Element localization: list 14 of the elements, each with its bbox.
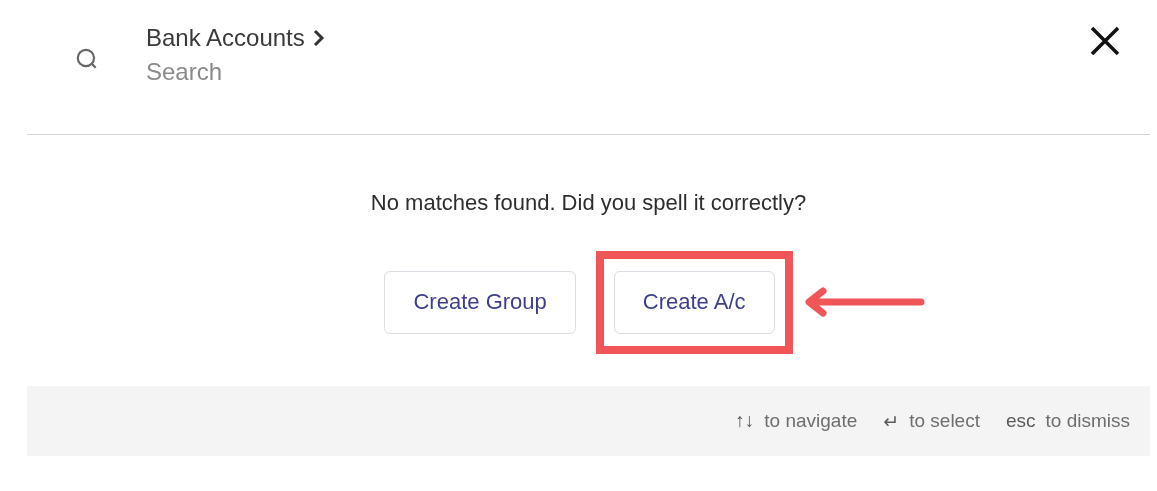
no-matches-message: No matches found. Did you spell it correctly? <box>370 190 807 216</box>
shortcut-key: esc <box>1005 410 1036 432</box>
create-button[interactable]: Create A/c <box>613 270 775 334</box>
shortcut-hint: to dismiss <box>1045 410 1130 432</box>
close-button[interactable] <box>1088 24 1122 58</box>
create-button[interactable]: Create Group <box>384 270 576 334</box>
shortcut-key: ↑↓ <box>735 410 755 432</box>
shortcut-key: ↵ <box>883 409 900 433</box>
search-field[interactable]: Search <box>146 58 546 86</box>
shortcut-hint: to select <box>909 410 980 432</box>
breadcrumb[interactable]: Bank Accounts <box>146 24 305 52</box>
shortcut-hint: to navigate <box>764 410 858 432</box>
chevron-right-icon <box>312 29 325 47</box>
arrow-icon <box>802 287 925 317</box>
